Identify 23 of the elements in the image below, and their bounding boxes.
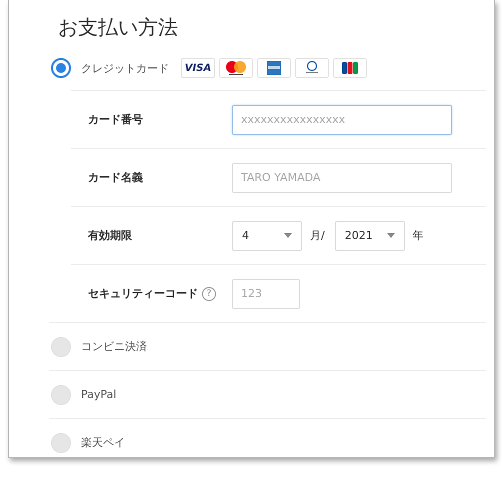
field-label: カード番号 (88, 112, 143, 127)
payment-method-label: 楽天ペイ (81, 435, 125, 450)
overlapping-circles-logo-icon (219, 58, 253, 78)
square-card-logo-icon (257, 58, 291, 78)
payment-method-label: クレジットカード (81, 60, 169, 76)
text-input-field[interactable]: xxxxxxxxxxxxxxxx (232, 104, 452, 134)
round-logo-icon (295, 58, 329, 78)
text-input-field[interactable]: TARO YAMADA (232, 162, 452, 192)
payment-method-label: コンビニ決済 (81, 339, 147, 354)
striped-logo-icon (333, 58, 367, 78)
unit-label: 年 (412, 228, 424, 243)
payment-method-label: PayPal (81, 388, 116, 401)
month-dropdown[interactable]: 4 (232, 220, 302, 250)
unit-label: 月/ (310, 228, 325, 243)
security-code-field[interactable]: 123 (232, 278, 300, 308)
field-label: セキュリティーコード (88, 286, 198, 301)
card-brand-logo: VISA (181, 58, 215, 78)
page-title: お支払い方法 (57, 14, 179, 41)
field-label: カード名義 (88, 170, 143, 185)
year-dropdown[interactable]: 2021 (334, 220, 405, 250)
help-icon[interactable]: ? (202, 286, 216, 300)
radio-button[interactable] (51, 58, 71, 78)
field-label: 有効期限 (88, 228, 132, 243)
